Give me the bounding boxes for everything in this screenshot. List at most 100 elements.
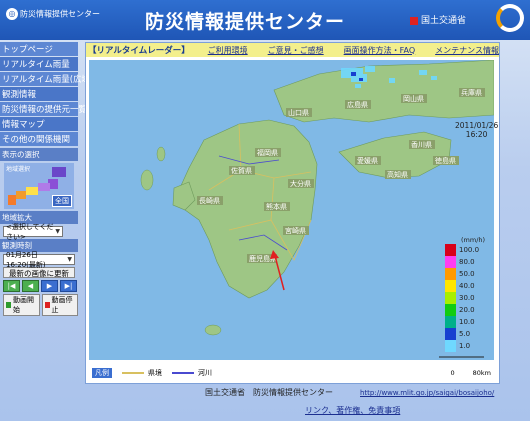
link-faq[interactable]: 画面操作方法・FAQ [344, 45, 416, 56]
scale-swatch [445, 280, 456, 292]
stop-icon [44, 302, 50, 308]
footer-url-link[interactable]: http://www.mlit.go.jp/saigai/bosaijoho/ [360, 389, 494, 397]
scale-label: 80.0 [459, 258, 475, 266]
update-latest-button[interactable]: 最新の画像に更新 [3, 267, 75, 278]
scale-swatch [445, 328, 456, 340]
pref-label-kagawa: 香川県 [411, 140, 432, 149]
whole-country-button[interactable]: 全国 [52, 195, 72, 207]
scale-bar-labels: 0 80km [450, 369, 491, 377]
scale-rows: 100.0 80.0 50.0 40.0 30.0 20.0 10.0 5.0 1.0 [445, 244, 485, 352]
region-selector-map[interactable]: 地域選択 全国 [4, 163, 74, 209]
scale-swatch [445, 316, 456, 328]
scale-row: 30.0 [445, 292, 485, 304]
ministry-mark-icon [410, 16, 418, 25]
pref-label-hiroshima: 広島県 [347, 100, 368, 109]
sidebar-item-realtime-rain[interactable]: リアルタイム雨量 [0, 57, 78, 71]
animation-stop-button[interactable]: 動画停止 [41, 294, 78, 316]
radar-date: 2011/01/26 [455, 121, 499, 130]
site-header: ◎ 防災情報提供センター 防災情報提供センター 国土交通省 [0, 0, 530, 40]
pref-label-okayama: 岡山県 [403, 94, 424, 103]
pref-label-ehime: 愛媛県 [357, 156, 378, 165]
sidebar-item-realtime-rain-wide[interactable]: リアルタイム雨量(広域版) [0, 72, 102, 86]
radar-timestamp: 2011/01/26 16:20 [455, 121, 498, 139]
pref-label-tokushima: 徳島県 [435, 156, 456, 165]
pref-label-saga: 佐賀県 [231, 166, 252, 175]
pref-label-oita: 大分県 [290, 179, 311, 188]
scale-row: 50.0 [445, 268, 485, 280]
legend-river: 河川 [172, 368, 212, 378]
pref-label-miyazaki: 宮崎県 [285, 226, 306, 235]
sidebar-nav: トップページ リアルタイム雨量 リアルタイム雨量(広域版) 観測情報 防災情報の… [0, 42, 102, 146]
scale-label: 50.0 [459, 270, 475, 278]
scale-swatch [445, 292, 456, 304]
first-frame-button[interactable]: |◀ [3, 280, 20, 292]
display-selection-label: 表示の選択 [0, 148, 78, 161]
obs-time-select[interactable]: 01月26日 16:20(最新) ▼ [3, 251, 75, 269]
scale-label: 1.0 [459, 342, 471, 350]
radar-menu-bar: 【リアルタイムレーダー】 ご利用環境 ご意見・ご感想 画面操作方法・FAQ メン… [86, 43, 499, 57]
site-title: 防災情報提供センター [145, 11, 346, 33]
sidebar-item-top[interactable]: トップページ [0, 42, 78, 56]
rainfall-scale: (mm/h) 100.0 80.0 50.0 40.0 30.0 20.0 10.0 5.0 1… [445, 236, 485, 352]
pref-label-kochi: 高知県 [387, 170, 408, 179]
scale-swatch [445, 244, 456, 256]
frame-nav-buttons: |◀ ◀ ▶ ▶| [3, 280, 78, 292]
scale-swatch [445, 256, 456, 268]
sidebar: トップページ リアルタイム雨量 リアルタイム雨量(広域版) 観測情報 防災情報の… [0, 42, 102, 421]
region-note: 地域選択 [6, 166, 31, 173]
scale-label: 30.0 [459, 294, 475, 302]
footer-org: 国土交通省 防災情報提供センター [205, 388, 333, 397]
radar-time: 16:20 [465, 130, 488, 139]
next-frame-button[interactable]: ▶ [41, 280, 58, 292]
link-usage-environment[interactable]: ご利用環境 [208, 45, 248, 56]
scale-label: 40.0 [459, 282, 475, 290]
legend-border: 県境 [122, 368, 162, 378]
scale-label: 10.0 [459, 318, 475, 326]
play-icon [6, 302, 12, 308]
scale-unit: (mm/h) [461, 236, 486, 244]
zoom-select[interactable]: <選択してください> ▼ [3, 223, 63, 241]
scale-row: 5.0 [445, 328, 485, 340]
region-kanto[interactable] [38, 183, 50, 191]
scale-label: 20.0 [459, 306, 475, 314]
scale-row: 100.0 [445, 244, 485, 256]
link-maintenance[interactable]: メンテナンス情報 [435, 45, 499, 56]
logo-text: 防災情報提供センター [20, 9, 100, 19]
scale-row: 10.0 [445, 316, 485, 328]
footer-links[interactable]: リンク、著作権、免責事項 [305, 405, 400, 416]
site-logo[interactable]: ◎ 防災情報提供センター [6, 8, 100, 20]
prev-frame-button[interactable]: ◀ [22, 280, 39, 292]
scale-label: 5.0 [459, 330, 471, 338]
sidebar-item-providers[interactable]: 防災情報の提供元一覧 [0, 102, 87, 116]
pref-label-yamaguchi: 山口県 [288, 108, 309, 117]
logo-icon: ◎ [6, 8, 18, 20]
scale-swatch [445, 304, 456, 316]
animation-buttons: 動画開始 動画停止 [3, 294, 78, 316]
pref-label-hyogo: 兵庫県 [461, 88, 482, 97]
scale-row: 80.0 [445, 256, 485, 268]
ministry-logo[interactable]: 国土交通省 [410, 13, 466, 26]
chevron-down-icon: ▼ [67, 256, 72, 263]
animation-start-button[interactable]: 動画開始 [3, 294, 40, 316]
link-feedback[interactable]: ご意見・ご感想 [268, 45, 324, 56]
radar-title: 【リアルタイムレーダー】 [88, 46, 190, 56]
swirl-logo-icon [496, 4, 524, 32]
region-kinki[interactable] [16, 191, 26, 199]
pref-label-fukuoka: 福岡県 [257, 148, 278, 157]
radar-map[interactable]: 山口県 福岡県 佐賀県 長崎県 大分県 熊本県 宮崎県 鹿児島県 広島県 岡山県 [89, 60, 494, 360]
radar-map-svg: 山口県 福岡県 佐賀県 長崎県 大分県 熊本県 宮崎県 鹿児島県 広島県 岡山県 [89, 60, 494, 360]
scale-label: 100.0 [459, 246, 480, 254]
pref-label-kumamoto: 熊本県 [266, 202, 287, 211]
region-hokkaido[interactable] [52, 167, 66, 177]
region-chubu[interactable] [26, 187, 38, 195]
pref-label-nagasaki: 長崎県 [199, 196, 220, 205]
last-frame-button[interactable]: ▶| [60, 280, 77, 292]
scale-row: 1.0 [445, 340, 485, 352]
scale-row: 40.0 [445, 280, 485, 292]
scale-swatch [445, 340, 456, 352]
sidebar-item-observation[interactable]: 観測情報 [0, 87, 78, 101]
radar-panel: 【リアルタイムレーダー】 ご利用環境 ご意見・ご感想 画面操作方法・FAQ メン… [85, 42, 500, 384]
region-kyushu[interactable] [8, 195, 16, 205]
sidebar-item-info-map[interactable]: 情報マップ [0, 117, 78, 131]
sidebar-item-other-agencies[interactable]: その他の関係機関 [0, 132, 78, 146]
